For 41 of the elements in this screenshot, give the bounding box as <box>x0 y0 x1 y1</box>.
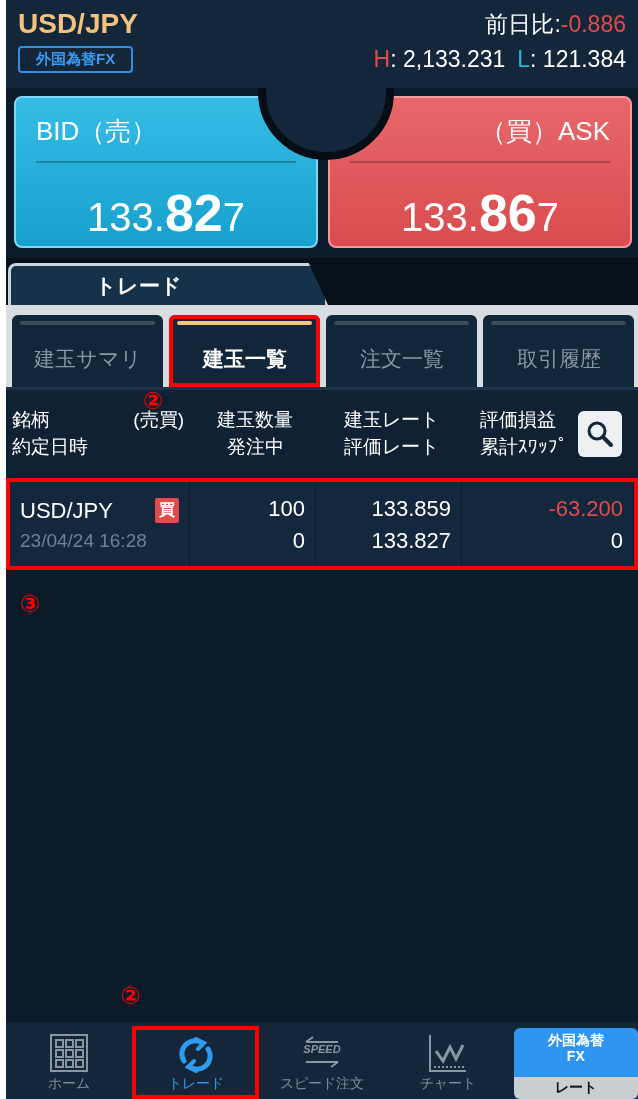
bid-button[interactable]: BID（売） 133.827 <box>14 96 318 248</box>
low-value: : 121.384 <box>530 46 626 73</box>
column-header: 評価損益 <box>480 408 557 433</box>
column-header: 建玉数量 <box>216 408 294 433</box>
column-header: 建玉レート <box>342 408 440 433</box>
column-header: 評価レート <box>342 435 440 459</box>
table-cell-text: 100 <box>267 495 305 522</box>
tab[interactable]: 取引履歴 <box>483 315 634 387</box>
low-label: L <box>517 46 531 73</box>
table-cell-text: 0 <box>609 527 623 554</box>
table-cell-text: 0 <box>291 527 305 554</box>
table-cell-text: 133.827 <box>370 527 451 554</box>
high-value: : 2,133.231 <box>390 46 506 73</box>
chart-icon <box>428 1033 469 1073</box>
grid-icon <box>49 1033 90 1073</box>
high-label: H <box>373 46 391 73</box>
nav-item[interactable]: SPEED スピード注文 <box>258 1026 386 1099</box>
callout-number: ② <box>120 984 141 1008</box>
nav-item[interactable]: チャート <box>385 1026 512 1099</box>
ask-button[interactable]: （買）ASK 133.867 <box>328 96 632 248</box>
nav-item[interactable]: ホーム <box>6 1026 133 1099</box>
change-value: -0.886 <box>560 10 626 38</box>
column-header: 銘柄 <box>12 408 51 433</box>
table-cell-text: 133.859 <box>370 495 451 522</box>
side-badge: 買 <box>155 498 179 523</box>
column-header: (売買) <box>133 409 184 433</box>
market-badge[interactable]: 外国為替FX <box>18 46 134 73</box>
table-cell-text: 23/04/24 16:28 <box>20 529 148 552</box>
callout-number: ③ <box>20 592 41 616</box>
section-tab[interactable]: トレード <box>8 263 328 305</box>
currency-pair: USD/JPY <box>18 8 138 40</box>
table-cell-text: -63.200 <box>547 495 623 522</box>
search-button[interactable] <box>578 411 622 457</box>
change-label: 前日比: <box>485 9 561 39</box>
tab[interactable]: 建玉サマリ <box>12 315 163 387</box>
search-icon <box>586 420 614 448</box>
column-header: 累計ｽﾜｯﾌﾟ <box>480 435 568 459</box>
tab[interactable]: 注文一覧 <box>326 315 477 387</box>
column-header: 発注中 <box>225 435 285 459</box>
table-cell: USD/JPY <box>20 497 113 524</box>
column-header: 約定日時 <box>12 435 89 459</box>
